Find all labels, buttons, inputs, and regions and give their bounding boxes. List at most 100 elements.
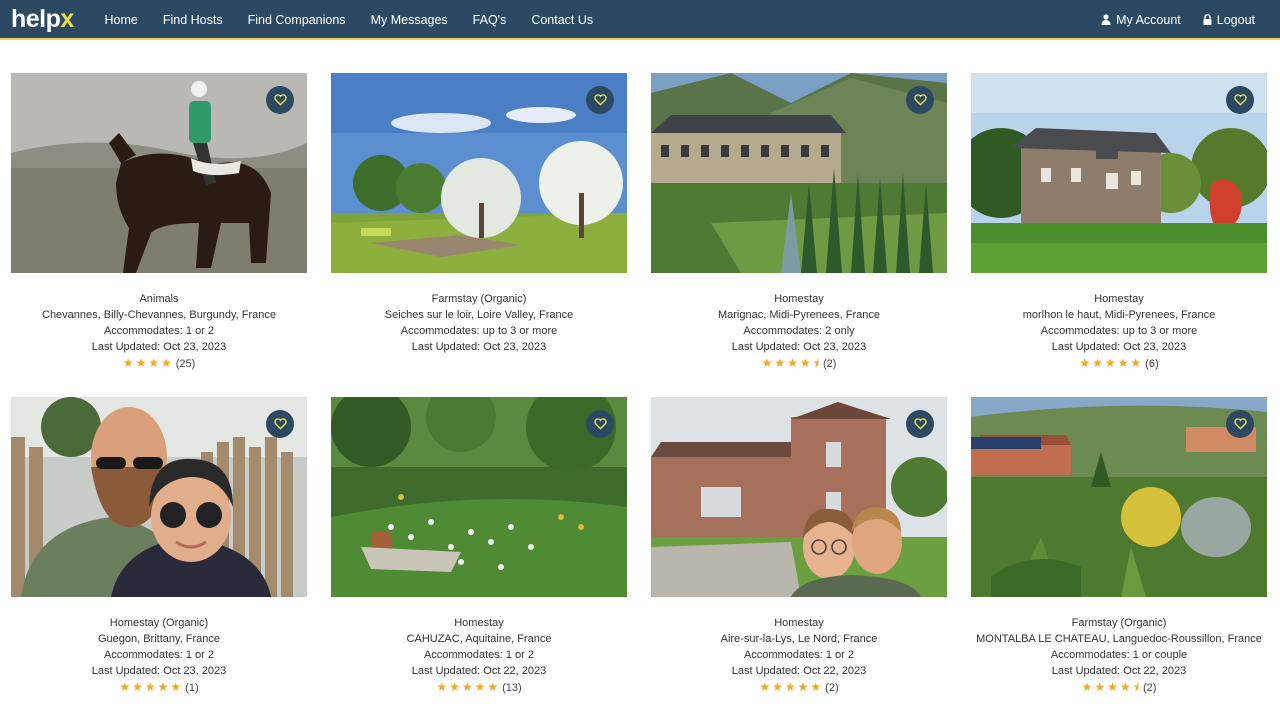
- heart-icon: [913, 94, 927, 106]
- listing-info: Homestay (Organic) Guegon, Brittany, Fra…: [11, 615, 307, 696]
- listing-updated: Last Updated: Oct 22, 2023: [731, 665, 867, 677]
- listing-type: Farmstay (Organic): [431, 293, 527, 305]
- listing-updated: Last Updated: Oct 22, 2023: [411, 665, 547, 677]
- lock-icon: [1203, 1, 1212, 41]
- listing-photo-stone-house[interactable]: [971, 73, 1267, 273]
- heart-icon: [913, 418, 927, 430]
- logout-link[interactable]: Logout: [1192, 0, 1266, 40]
- favorite-button[interactable]: [1226, 410, 1254, 438]
- favorite-button[interactable]: [266, 410, 294, 438]
- main-nav: Home Find Hosts Find Companions My Messa…: [92, 0, 606, 40]
- listing-location: Seiches sur le loir, Loire Valley, Franc…: [384, 309, 574, 321]
- nav-my-messages[interactable]: My Messages: [358, 0, 460, 40]
- helpx-logo[interactable]: helpx: [11, 4, 74, 34]
- user-icon: [1101, 1, 1111, 41]
- listing-accommodates: Accommodates: up to 3 or more: [400, 325, 558, 337]
- listing-location: Chevannes, Billy-Chevannes, Burgundy, Fr…: [42, 309, 276, 321]
- top-navbar: helpx Home Find Hosts Find Companions My…: [0, 0, 1280, 40]
- listing-location: MONTALBA LE CHATEAU, Languedoc-Roussillo…: [976, 633, 1262, 645]
- listing-updated: Last Updated: Oct 23, 2023: [1051, 341, 1187, 353]
- listing-accommodates: Accommodates: up to 3 or more: [1040, 325, 1198, 337]
- listing-accommodates: Accommodates: 1 or 2: [743, 649, 855, 661]
- listing-updated: Last Updated: Oct 23, 2023: [411, 341, 547, 353]
- listing-info: Farmstay (Organic) MONTALBA LE CHATEAU, …: [971, 615, 1267, 696]
- listing-updated: Last Updated: Oct 23, 2023: [91, 665, 227, 677]
- listing-info: Homestay Aire-sur-la-Lys, Le Nord, Franc…: [651, 615, 947, 696]
- listing-accommodates: Accommodates: 1 or 2: [103, 325, 215, 337]
- review-count: (13): [502, 682, 522, 694]
- logout-label: Logout: [1216, 13, 1255, 27]
- nav-find-hosts[interactable]: Find Hosts: [150, 0, 235, 40]
- heart-icon: [1233, 418, 1247, 430]
- heart-icon: [593, 94, 607, 106]
- listing-updated: Last Updated: Oct 23, 2023: [731, 341, 867, 353]
- review-count: (25): [175, 358, 196, 370]
- review-count: (2): [1142, 682, 1157, 694]
- logo-accent-text: x: [60, 5, 74, 33]
- listing-photo-orchard[interactable]: [331, 73, 627, 273]
- favorite-button[interactable]: [906, 86, 934, 114]
- listing-info: Farmstay (Organic) Seiches sur le loir, …: [331, 291, 627, 355]
- listing-photo-brick-house[interactable]: [651, 397, 947, 597]
- favorite-button[interactable]: [906, 410, 934, 438]
- rating-stars: ★★★★★: [1079, 356, 1144, 370]
- listing-photo-horse-rider[interactable]: [11, 73, 307, 273]
- heart-icon: [1233, 94, 1247, 106]
- listing-photo-chateau-garden[interactable]: [651, 73, 947, 273]
- listing-rating: ★★★★★ (6): [971, 355, 1267, 372]
- my-account-link[interactable]: My Account: [1090, 0, 1192, 40]
- listing-location: Marignac, Midi-Pyrenees, France: [717, 309, 880, 321]
- listing-info: Homestay CAHUZAC, Aquitaine, France Acco…: [331, 615, 627, 696]
- heart-icon: [273, 94, 287, 106]
- listing-type: Homestay: [1094, 293, 1144, 305]
- listing-accommodates: Accommodates: 1 or 2: [103, 649, 215, 661]
- rating-stars: ★★★★★: [759, 680, 824, 694]
- review-count: (6): [1145, 358, 1159, 370]
- listing-location: morlhon le haut, Midi-Pyrenees, France: [1022, 309, 1216, 321]
- review-count: (1): [185, 682, 199, 694]
- listing-rating: ★★★★★ (2): [651, 679, 947, 696]
- nav-contact-us[interactable]: Contact Us: [519, 0, 606, 40]
- nav-faqs[interactable]: FAQ's: [460, 0, 519, 40]
- rating-stars: ★★★★⯨: [1081, 680, 1141, 694]
- heart-icon: [273, 418, 287, 430]
- listing-info: Homestay morlhon le haut, Midi-Pyrenees,…: [971, 291, 1267, 372]
- favorite-button[interactable]: [586, 86, 614, 114]
- favorite-button[interactable]: [266, 86, 294, 114]
- listing-rating: ★★★★ (25): [11, 355, 307, 372]
- rating-stars: ★★★★★: [436, 680, 501, 694]
- listing-type: Homestay: [774, 293, 824, 305]
- listing-accommodates: Accommodates: 1 or 2: [423, 649, 535, 661]
- listing-updated: Last Updated: Oct 23, 2023: [91, 341, 227, 353]
- heart-icon: [593, 418, 607, 430]
- listing-photo-couple-selfie[interactable]: [11, 397, 307, 597]
- nav-find-companions[interactable]: Find Companions: [235, 0, 358, 40]
- nav-home[interactable]: Home: [92, 0, 150, 40]
- listing-type: Farmstay (Organic): [1071, 617, 1167, 629]
- listing-type: Animals: [139, 293, 179, 305]
- favorite-button[interactable]: [1226, 86, 1254, 114]
- logo-text: help: [11, 5, 61, 33]
- listing-accommodates: Accommodates: 1 or couple: [1050, 649, 1188, 661]
- listing-location: Aire-sur-la-Lys, Le Nord, France: [720, 633, 878, 645]
- listing-type: Homestay: [454, 617, 504, 629]
- listing-updated: Last Updated: Oct 22, 2023: [1051, 665, 1187, 677]
- rating-stars: ★★★★: [122, 356, 174, 370]
- listing-photo-garden-solar-roof[interactable]: [971, 397, 1267, 597]
- rating-stars: ★★★★★: [119, 680, 184, 694]
- listing-info: Homestay Marignac, Midi-Pyrenees, France…: [651, 291, 947, 372]
- listing-rating: ★★★★★ (13): [331, 679, 627, 696]
- listing-photo-flower-garden[interactable]: [331, 397, 627, 597]
- listing-location: CAHUZAC, Aquitaine, France: [406, 633, 552, 645]
- listing-location: Guegon, Brittany, France: [97, 633, 221, 645]
- listing-type: Homestay (Organic): [109, 617, 209, 629]
- listing-info: Animals Chevannes, Billy-Chevannes, Burg…: [11, 291, 307, 372]
- listing-rating: ★★★★⯨ (2): [971, 679, 1267, 696]
- rating-stars: ★★★★⯨: [761, 356, 821, 370]
- review-count: (2): [825, 682, 839, 694]
- listing-type: Homestay: [774, 617, 824, 629]
- account-nav: My Account Logout: [1090, 0, 1266, 40]
- listing-accommodates: Accommodates: 2 only: [743, 325, 855, 337]
- favorite-button[interactable]: [586, 410, 614, 438]
- listing-rating: ★★★★⯨ (2): [651, 355, 947, 372]
